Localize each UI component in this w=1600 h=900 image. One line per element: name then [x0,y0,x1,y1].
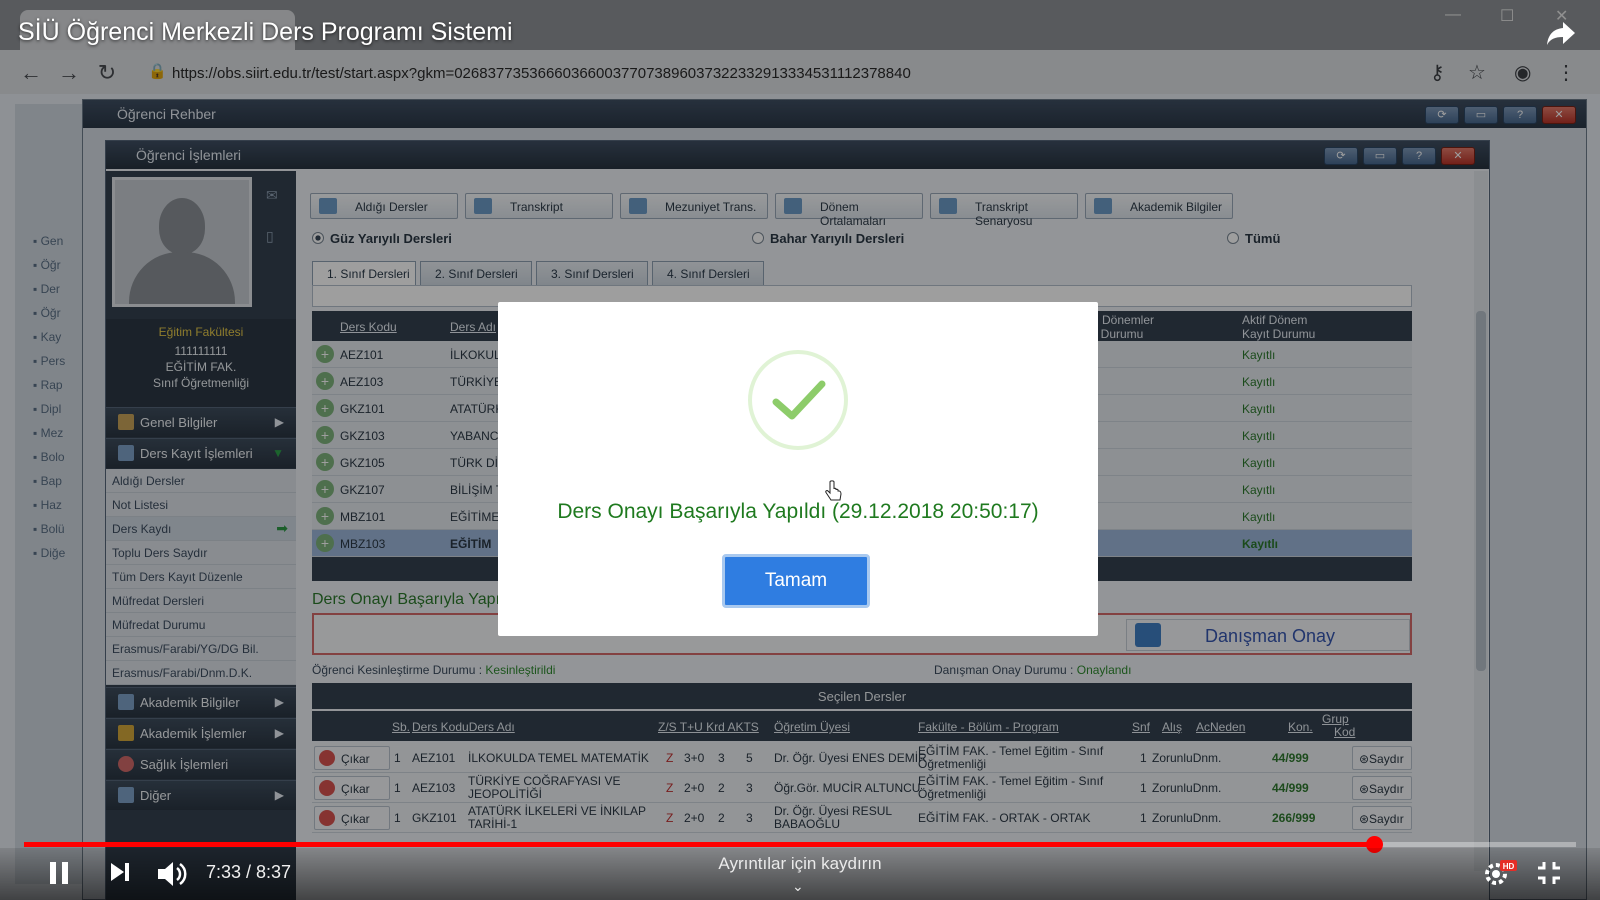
video-frame: — ☐ ✕ ← → ↻ 🔒 https://obs.siirt.edu.tr/t… [0,0,1600,900]
video-progress-fill [24,842,1375,847]
chevron-down-icon[interactable]: ⌄ [792,878,804,895]
hd-badge: HD [1503,862,1515,871]
tamam-button[interactable]: Tamam [722,554,870,608]
modal-message: Ders Onayı Başarıyla Yapıldı (29.12.2018… [557,500,1039,523]
details-hint[interactable]: Ayrıntılar için kaydırın [0,854,1600,874]
video-controls: 7:33 / 8:37 Ayrıntılar için kaydırın ⌄ H… [0,848,1600,900]
hand-cursor-icon [825,480,842,501]
settings-icon[interactable]: HD [1482,858,1518,888]
video-title[interactable]: SİÜ Öğrenci Merkezli Ders Programı Siste… [18,18,513,47]
success-modal: Ders Onayı Başarıyla Yapıldı (29.12.2018… [498,302,1098,636]
share-icon[interactable] [1545,20,1577,48]
success-check-icon [748,350,848,450]
video-progress-bar[interactable] [24,836,1576,853]
checkmark-svg [772,380,826,420]
exit-fullscreen-icon[interactable] [1536,860,1562,886]
